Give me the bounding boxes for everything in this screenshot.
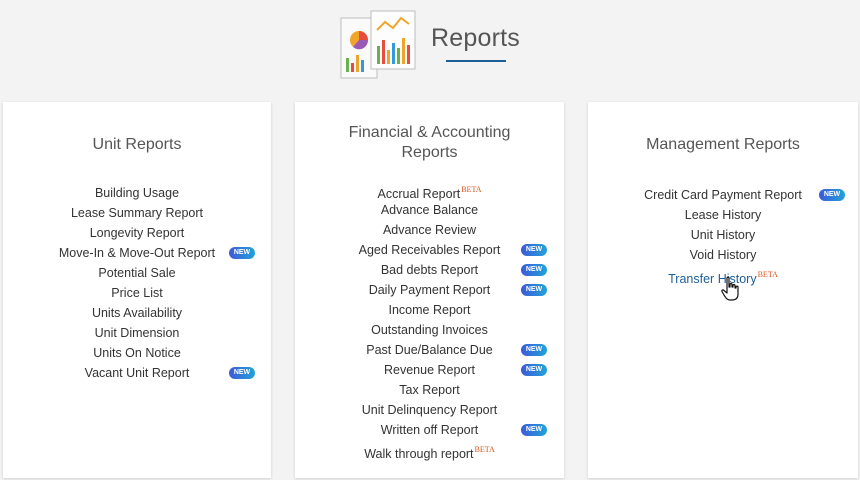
report-link-aged-receivables-report[interactable]: Aged Receivables Report NEW [295,240,564,260]
report-link-label: Unit History [690,228,756,242]
report-link-label: Credit Card Payment Report [644,188,802,202]
new-badge: NEW [819,189,845,201]
page-header: Reports [0,0,860,90]
new-badge: NEW [229,367,255,379]
report-link-label: Lease History [684,208,762,222]
financial-reports-title-line2: Reports [401,144,458,161]
financial-reports-card: Financial & Accounting Reports Accrual R… [295,102,564,478]
unit-reports-title: Unit Reports [92,136,182,153]
hand-pointer-icon [721,276,739,301]
report-link-bad-debts-report[interactable]: Bad debts Report NEW [295,260,564,280]
report-link-outstanding-invoices[interactable]: Outstanding Invoices [295,320,564,340]
new-badge: NEW [229,247,255,259]
report-link-label: Aged Receivables Report [358,243,501,257]
beta-label: BETA [757,270,778,279]
report-link-label: Potential Sale [98,266,176,280]
report-link-label: Accrual Report [377,187,461,201]
report-link-label: Building Usage [94,186,180,200]
management-reports-title: Management Reports [646,136,800,153]
report-link-income-report[interactable]: Income Report [295,300,564,320]
report-link-label: Advance Balance [380,203,479,217]
new-badge: NEW [521,344,547,356]
report-link-label: Lease Summary Report [70,206,203,220]
report-link-advance-balance[interactable]: Advance Balance [295,200,564,220]
report-link-label: Past Due/Balance Due [366,343,493,357]
report-link-label: Revenue Report [383,363,476,377]
beta-label: BETA [474,445,495,454]
report-link-written-off-report[interactable]: Written off Report NEW [295,420,564,440]
report-link-label: Void History [689,248,757,262]
page-title: Reports [431,24,520,52]
beta-label: BETA [461,185,482,194]
report-link-label: Written off Report [380,423,479,437]
title-underline [446,60,506,62]
new-badge: NEW [521,284,547,296]
report-link-lease-summary-report[interactable]: Lease Summary Report [3,203,271,223]
report-link-tax-report[interactable]: Tax Report [295,380,564,400]
report-link-price-list[interactable]: Price List [3,283,271,303]
report-link-label: Tax Report [399,383,460,397]
report-link-label: Income Report [388,303,471,317]
report-link-walk-through-report[interactable]: Walk through reportBETA [295,440,564,461]
new-badge: NEW [521,424,547,436]
report-link-label: Price List [111,286,163,300]
report-link-daily-payment-report[interactable]: Daily Payment Report NEW [295,280,564,300]
report-link-label: Units Availability [91,306,183,320]
report-link-label: Daily Payment Report [368,283,491,297]
report-link-revenue-report[interactable]: Revenue Report NEW [295,360,564,380]
financial-reports-title: Financial & Accounting Reports [295,123,564,163]
report-link-label: Advance Review [382,223,477,237]
report-link-building-usage[interactable]: Building Usage [3,183,271,203]
report-link-void-history[interactable]: Void History [588,245,858,265]
new-badge: NEW [521,264,547,276]
new-badge: NEW [521,364,547,376]
report-link-unit-dimension[interactable]: Unit Dimension [3,323,271,343]
report-link-credit-card-payment-report[interactable]: Credit Card Payment Report NEW [588,185,858,205]
report-link-label: Outstanding Invoices [371,323,488,337]
report-link-vacant-unit-report[interactable]: Vacant Unit Report NEW [3,363,271,383]
report-link-unit-delinquency-report[interactable]: Unit Delinquency Report [295,400,564,420]
report-link-label: Unit Delinquency Report [361,403,498,417]
report-link-label: Transfer History [668,272,757,286]
report-link-accrual-report[interactable]: Accrual ReportBETA [295,180,564,201]
report-link-label: Walk through report [364,447,474,461]
reports-charts-icon [340,10,416,79]
report-link-longevity-report[interactable]: Longevity Report [3,223,271,243]
report-link-potential-sale[interactable]: Potential Sale [3,263,271,283]
report-link-lease-history[interactable]: Lease History [588,205,858,225]
report-link-move-in-and-move-out-report[interactable]: Move-In & Move-Out Report NEW [3,243,271,263]
report-link-advance-review[interactable]: Advance Review [295,220,564,240]
report-link-label: Vacant Unit Report [84,366,190,380]
report-link-units-on-notice[interactable]: Units On Notice [3,343,271,363]
report-link-label: Move-In & Move-Out Report [58,246,216,260]
report-link-unit-history[interactable]: Unit History [588,225,858,245]
report-link-past-due-balance-due[interactable]: Past Due/Balance Due NEW [295,340,564,360]
report-link-label: Unit Dimension [94,326,180,340]
unit-reports-card: Unit Reports Building Usage Lease Summary… [3,102,271,478]
report-link-label: Longevity Report [89,226,185,240]
financial-reports-title-line1: Financial & Accounting [348,124,511,141]
report-link-label: Units On Notice [93,346,181,360]
report-link-label: Bad debts Report [380,263,479,277]
new-badge: NEW [521,244,547,256]
report-link-units-availability[interactable]: Units Availability [3,303,271,323]
